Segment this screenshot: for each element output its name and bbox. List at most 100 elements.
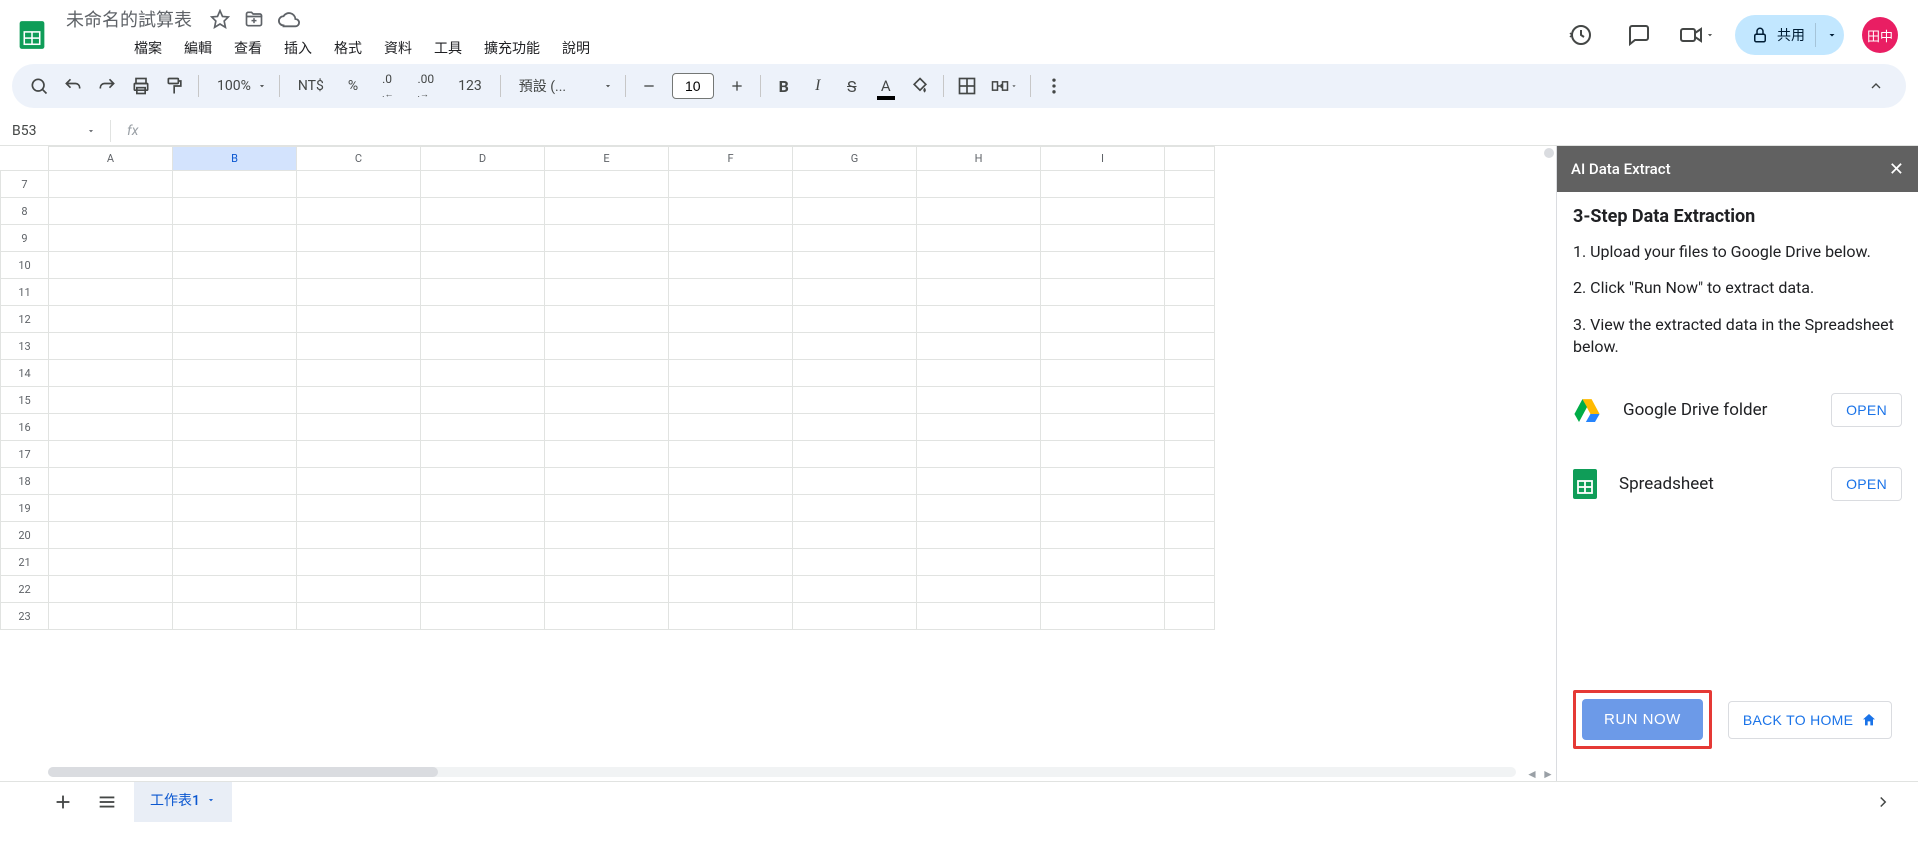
cell-C11[interactable]: [297, 279, 421, 306]
menu-tools[interactable]: 工具: [424, 34, 472, 62]
col-header-C[interactable]: C: [297, 147, 421, 171]
more-formats-button[interactable]: 123: [448, 70, 492, 102]
cell-I20[interactable]: [1041, 522, 1165, 549]
cell-D8[interactable]: [421, 198, 545, 225]
cell-A9[interactable]: [49, 225, 173, 252]
cell-H14[interactable]: [917, 360, 1041, 387]
doc-title[interactable]: 未命名的試算表: [60, 4, 198, 34]
add-sheet-button[interactable]: [46, 785, 80, 819]
cell-A18[interactable]: [49, 468, 173, 495]
cell-G9[interactable]: [793, 225, 917, 252]
cell-B8[interactable]: [173, 198, 297, 225]
col-header-F[interactable]: F: [669, 147, 793, 171]
cell-A7[interactable]: [49, 171, 173, 198]
cell-D15[interactable]: [421, 387, 545, 414]
explore-button[interactable]: [1868, 787, 1898, 817]
cell-A17[interactable]: [49, 441, 173, 468]
col-header-D[interactable]: D: [421, 147, 545, 171]
cell-C15[interactable]: [297, 387, 421, 414]
cell-E22[interactable]: [545, 576, 669, 603]
cell-B19[interactable]: [173, 495, 297, 522]
cell-C9[interactable]: [297, 225, 421, 252]
account-avatar[interactable]: 田中: [1862, 17, 1898, 53]
italic-button[interactable]: I: [803, 70, 833, 102]
cell-E7[interactable]: [545, 171, 669, 198]
col-header-H[interactable]: H: [917, 147, 1041, 171]
cell-C21[interactable]: [297, 549, 421, 576]
cell-F20[interactable]: [669, 522, 793, 549]
cell-H8[interactable]: [917, 198, 1041, 225]
cell-C18[interactable]: [297, 468, 421, 495]
cell-H23[interactable]: [917, 603, 1041, 630]
cell-I7[interactable]: [1041, 171, 1165, 198]
cell-F12[interactable]: [669, 306, 793, 333]
cell-I8[interactable]: [1041, 198, 1165, 225]
cell-H9[interactable]: [917, 225, 1041, 252]
cell-E8[interactable]: [545, 198, 669, 225]
cell-I11[interactable]: [1041, 279, 1165, 306]
cell-G18[interactable]: [793, 468, 917, 495]
currency-button[interactable]: NT$: [288, 70, 334, 102]
cell-H13[interactable]: [917, 333, 1041, 360]
more-toolbar-icon[interactable]: [1039, 70, 1069, 102]
cell-E11[interactable]: [545, 279, 669, 306]
cell-I10[interactable]: [1041, 252, 1165, 279]
row-header-7[interactable]: 7: [1, 171, 49, 198]
cell-A20[interactable]: [49, 522, 173, 549]
search-menus-icon[interactable]: [24, 70, 54, 102]
cell-E9[interactable]: [545, 225, 669, 252]
cell-G10[interactable]: [793, 252, 917, 279]
cell-F19[interactable]: [669, 495, 793, 522]
menu-format[interactable]: 格式: [324, 34, 372, 62]
cell-F9[interactable]: [669, 225, 793, 252]
comments-icon[interactable]: [1619, 15, 1659, 55]
cell-G22[interactable]: [793, 576, 917, 603]
cell-F15[interactable]: [669, 387, 793, 414]
history-icon[interactable]: [1561, 15, 1601, 55]
cell-F16[interactable]: [669, 414, 793, 441]
cell-I17[interactable]: [1041, 441, 1165, 468]
cell-B22[interactable]: [173, 576, 297, 603]
cell-C12[interactable]: [297, 306, 421, 333]
cell-B23[interactable]: [173, 603, 297, 630]
cell-A23[interactable]: [49, 603, 173, 630]
strikethrough-button[interactable]: S: [837, 70, 867, 102]
col-header-B[interactable]: B: [173, 147, 297, 171]
all-sheets-button[interactable]: [90, 785, 124, 819]
cell-F22[interactable]: [669, 576, 793, 603]
cell-C22[interactable]: [297, 576, 421, 603]
cell-G8[interactable]: [793, 198, 917, 225]
menu-data[interactable]: 資料: [374, 34, 422, 62]
col-header-A[interactable]: A: [49, 147, 173, 171]
cell-E12[interactable]: [545, 306, 669, 333]
cell-C17[interactable]: [297, 441, 421, 468]
paint-format-icon[interactable]: [160, 70, 190, 102]
cell-E13[interactable]: [545, 333, 669, 360]
cell-C23[interactable]: [297, 603, 421, 630]
cell-G20[interactable]: [793, 522, 917, 549]
cell-B11[interactable]: [173, 279, 297, 306]
cell-E21[interactable]: [545, 549, 669, 576]
cell-D14[interactable]: [421, 360, 545, 387]
print-icon[interactable]: [126, 70, 156, 102]
col-header-I[interactable]: I: [1041, 147, 1165, 171]
bold-button[interactable]: B: [769, 70, 799, 102]
cell-B13[interactable]: [173, 333, 297, 360]
cell-F14[interactable]: [669, 360, 793, 387]
cell-B18[interactable]: [173, 468, 297, 495]
scroll-right-icon[interactable]: ►: [1540, 767, 1556, 781]
cell-I16[interactable]: [1041, 414, 1165, 441]
cell-B10[interactable]: [173, 252, 297, 279]
cell-D21[interactable]: [421, 549, 545, 576]
row-header-18[interactable]: 18: [1, 468, 49, 495]
row-header-14[interactable]: 14: [1, 360, 49, 387]
merge-button[interactable]: [986, 70, 1022, 102]
cell-H19[interactable]: [917, 495, 1041, 522]
cell-C8[interactable]: [297, 198, 421, 225]
cell-D11[interactable]: [421, 279, 545, 306]
cell-H10[interactable]: [917, 252, 1041, 279]
cell-C13[interactable]: [297, 333, 421, 360]
cell-I9[interactable]: [1041, 225, 1165, 252]
increase-decimal-button[interactable]: .00.→: [408, 70, 445, 102]
cell-A15[interactable]: [49, 387, 173, 414]
